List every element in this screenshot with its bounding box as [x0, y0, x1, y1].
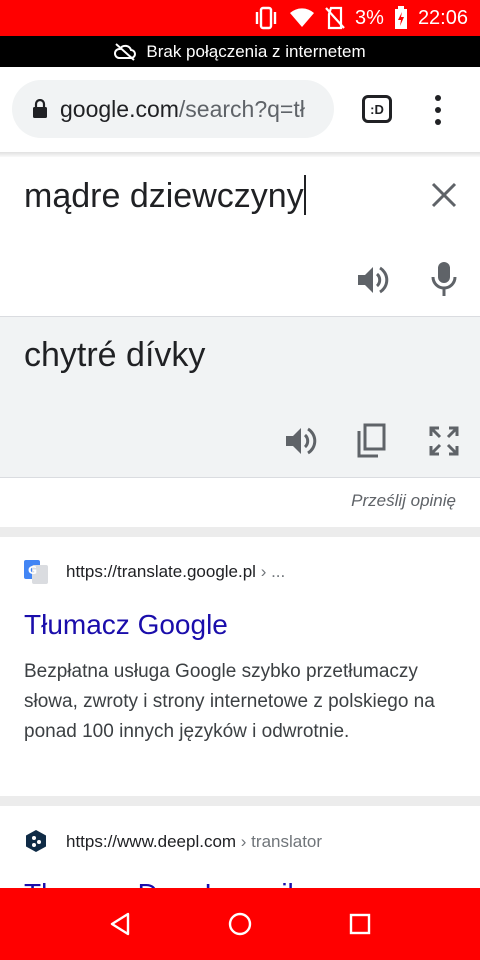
lock-icon [32, 99, 48, 119]
back-icon [110, 912, 130, 936]
result-title-link[interactable]: Tłumacz DeepL – najlepszy [24, 878, 367, 888]
copy-button[interactable] [355, 423, 387, 464]
status-bar: 3% 22:06 [0, 0, 480, 36]
target-listen-button[interactable] [282, 423, 318, 464]
result-breadcrumb: › ... [255, 562, 286, 581]
wifi-icon [290, 8, 315, 27]
target-panel: chytré dívky [0, 316, 480, 478]
cloud-off-icon [114, 42, 137, 61]
source-text: mądre dziewczyny [24, 177, 304, 215]
url-domain: google.com [60, 95, 179, 122]
deepl-favicon [24, 829, 48, 853]
section-divider [0, 527, 480, 537]
result-url-text: https://translate.google.pl [66, 562, 256, 581]
recents-icon [349, 913, 371, 935]
text-caret [303, 175, 306, 215]
url-path: /search?q=tł [178, 95, 305, 122]
result-breadcrumb: › translator [236, 832, 323, 851]
fullscreen-button[interactable] [428, 425, 460, 462]
search-result: https://www.deepl.com › translator Tłuma… [0, 806, 480, 888]
recents-button[interactable] [346, 910, 374, 938]
copy-icon [357, 423, 386, 458]
close-icon [431, 182, 457, 208]
search-result: G https://translate.google.pl › ... Tłum… [0, 537, 480, 796]
tab-switcher-button[interactable]: :D [362, 95, 392, 123]
google-translate-favicon: G [24, 560, 48, 584]
url-text[interactable]: google.com/search?q=tł [60, 96, 305, 123]
result-snippet: Bezpłatna usługa Google szybko przetłuma… [24, 661, 435, 742]
offline-banner: Brak połączenia z internetem [0, 36, 480, 67]
battery-charging-icon [394, 6, 407, 29]
home-button[interactable] [226, 910, 254, 938]
no-sim-icon [325, 6, 345, 30]
feedback-link[interactable]: Prześlij opinię [351, 491, 456, 511]
home-icon [228, 912, 252, 936]
section-divider [0, 796, 480, 806]
result-title-link[interactable]: Tłumacz Google [24, 609, 228, 641]
source-input[interactable]: mądre dziewczyny [24, 175, 306, 216]
result-url[interactable]: https://translate.google.pl › ... [66, 562, 285, 582]
browser-toolbar: google.com/search?q=tł :D [0, 67, 480, 153]
translation-text: chytré dívky [24, 336, 206, 374]
tab-count: :D [370, 101, 384, 117]
offline-text: Brak połączenia z internetem [146, 41, 366, 61]
system-nav-bar [0, 888, 480, 960]
address-bar[interactable]: google.com/search?q=tł [12, 80, 334, 138]
result-url-text: https://www.deepl.com [66, 832, 237, 851]
mic-icon [431, 262, 457, 296]
clock: 22:06 [417, 6, 468, 29]
svg-text:G: G [28, 564, 37, 577]
speaker-icon [286, 427, 317, 455]
speaker-icon [358, 266, 389, 294]
source-panel: mądre dziewczyny [0, 157, 480, 316]
back-button[interactable] [106, 910, 134, 938]
menu-dot [435, 95, 441, 101]
battery-percent: 3% [355, 6, 384, 29]
voice-input-button[interactable] [430, 260, 458, 303]
result-url[interactable]: https://www.deepl.com › translator [66, 832, 322, 852]
overflow-menu-button[interactable] [426, 93, 450, 127]
menu-dot [435, 107, 441, 113]
menu-dot [435, 119, 441, 125]
source-listen-button[interactable] [354, 262, 390, 303]
fullscreen-icon [429, 426, 459, 456]
vibrate-icon [255, 6, 277, 30]
clear-button[interactable] [430, 181, 458, 214]
